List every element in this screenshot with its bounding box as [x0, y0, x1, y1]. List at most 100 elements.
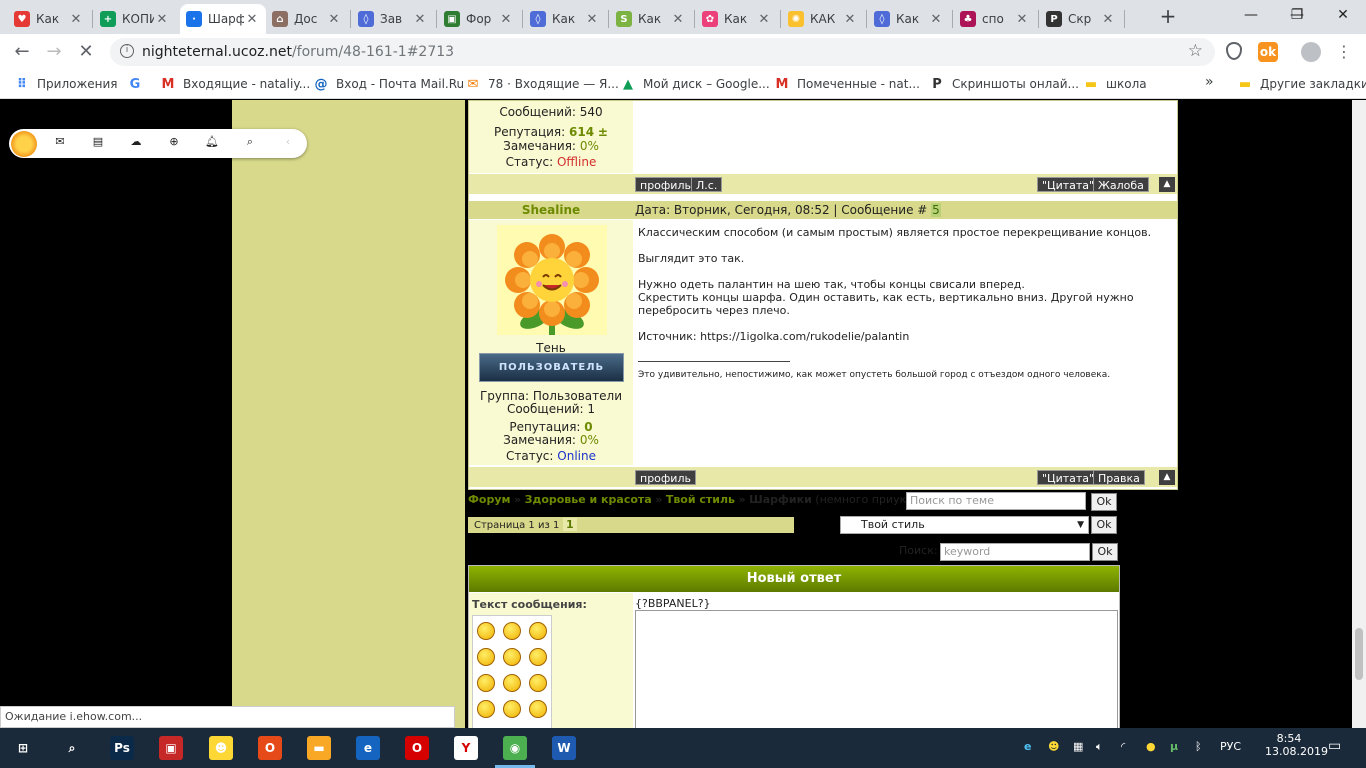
site-info-icon[interactable]: i [120, 44, 134, 58]
notifications-icon[interactable]: ▭ [1328, 738, 1341, 754]
edge-tray-icon[interactable]: e [1024, 740, 1031, 753]
tab-3[interactable]: ⌂ Дос ✕ [266, 4, 348, 34]
notes-icon[interactable]: ▤ [90, 135, 106, 151]
tab-7[interactable]: S Как ✕ [610, 4, 692, 34]
bookmark-4[interactable]: ✉ 78 · Входящие — Я... [465, 76, 619, 92]
crumb-forum[interactable]: Форум [468, 493, 511, 506]
page-scrollbar[interactable] [1352, 100, 1366, 728]
edit-button[interactable]: Правка [1093, 470, 1145, 485]
post-number-link[interactable]: 5 [931, 203, 941, 217]
add-icon[interactable]: ⊕ [166, 135, 182, 151]
cyberghost-icon[interactable]: ☻ [209, 736, 233, 760]
bookmark-0[interactable]: ⠿ Приложения [14, 76, 118, 92]
chat-icon[interactable]: ☁ [128, 135, 144, 151]
collapse-arrow-icon[interactable]: ‹ [280, 135, 296, 151]
other-bookmarks-folder[interactable]: ▬ Другие закладки [1237, 76, 1366, 92]
bell-icon[interactable]: 🔔︎ [204, 135, 220, 151]
tab-close-icon[interactable]: ✕ [928, 12, 944, 27]
yandex-icon[interactable]: Y [454, 736, 478, 760]
surprised-smile-icon[interactable] [529, 674, 547, 692]
bookmark-8[interactable]: ▬ школа [1083, 76, 1147, 92]
tab-9[interactable]: ✺ КАК ✕ [782, 4, 864, 34]
chrome-icon[interactable]: ◉ [503, 736, 527, 760]
tab-close-icon[interactable]: ✕ [842, 12, 858, 27]
photoshop-icon[interactable]: Ps [110, 736, 134, 760]
network-icon[interactable]: ◜ [1121, 740, 1125, 753]
tab-4[interactable]: ◊ Зав ✕ [352, 4, 434, 34]
tab-close-icon[interactable]: ✕ [326, 12, 342, 27]
bookmark-6[interactable]: M Помеченные - nat... [774, 76, 920, 92]
volume-icon[interactable]: 🔈︎ [1096, 740, 1103, 754]
profile-avatar-icon[interactable] [1301, 42, 1321, 62]
bookmark-5[interactable]: ▲ Мой диск – Google... [620, 76, 770, 92]
more-bookmarks-button[interactable]: » [1205, 74, 1214, 90]
edge-icon[interactable]: e [356, 736, 380, 760]
tab-close-icon[interactable]: ✕ [1014, 12, 1030, 27]
bluetooth-icon[interactable]: ᛒ [1195, 740, 1202, 753]
sad-smile-icon[interactable] [477, 674, 495, 692]
tab-12[interactable]: P Скр ✕ [1040, 4, 1122, 34]
cool-smile-icon[interactable] [529, 622, 547, 640]
odnoklassniki-icon[interactable]: ok [1258, 42, 1278, 62]
clock[interactable]: 8:54 13.08.2019 [1265, 732, 1328, 758]
start-icon[interactable]: ⊞ [11, 736, 35, 760]
office-icon[interactable]: O [258, 736, 282, 760]
scroll-top-icon[interactable]: ▲ [1159, 470, 1175, 485]
tab-close-icon[interactable]: ✕ [412, 12, 428, 27]
tab-close-icon[interactable]: ✕ [244, 12, 260, 27]
forum-jump-select[interactable]: Твой стиль ▼ [840, 516, 1089, 534]
menu-kebab-icon[interactable]: ⋮ [1332, 40, 1356, 64]
ucoz-logo-icon[interactable] [11, 131, 37, 157]
bookmark-7[interactable]: P Скриншоты онлай... [929, 76, 1079, 92]
tab-11[interactable]: ♣ спо ✕ [954, 4, 1036, 34]
close-window-button[interactable]: ✕ [1320, 0, 1366, 30]
crumb-health[interactable]: Здоровье и красота [525, 493, 652, 506]
quote-button[interactable]: "Цитата" [1037, 470, 1100, 485]
minimize-button[interactable]: — [1228, 0, 1274, 30]
tab-close-icon[interactable]: ✕ [584, 12, 600, 27]
tab-close-icon[interactable]: ✕ [756, 12, 772, 27]
tab-5[interactable]: ▣ Фор ✕ [438, 4, 520, 34]
blink-smile-icon[interactable] [477, 648, 495, 666]
biggrin-smile-icon[interactable] [503, 622, 521, 640]
forum-jump-ok-button[interactable]: Ok [1091, 516, 1117, 534]
tray-app-icon[interactable]: ● [1146, 740, 1156, 753]
tab-8[interactable]: ✿ Как ✕ [696, 4, 778, 34]
bookmark-2[interactable]: M Входящие - nataliy... [160, 76, 311, 92]
bookmark-1[interactable]: G [127, 76, 150, 92]
search-icon[interactable]: ⌕ [242, 135, 258, 151]
tab-close-icon[interactable]: ✕ [68, 12, 84, 27]
forum-search-ok-button[interactable]: Ok [1092, 543, 1118, 561]
profile-button[interactable]: профиль [635, 470, 696, 485]
tab-close-icon[interactable]: ✕ [154, 12, 170, 27]
back-button[interactable]: ← [10, 40, 34, 64]
wacko-smile-icon[interactable] [529, 700, 547, 718]
tab-1[interactable]: + КОПИ ✕ [94, 4, 176, 34]
tab-close-icon[interactable]: ✕ [1100, 12, 1116, 27]
utorrent-icon[interactable]: µ [1170, 740, 1178, 753]
address-bar[interactable]: i nighteternal.ucoz.net/forum/48-161-1#2… [110, 38, 1215, 66]
bookmark-3[interactable]: @ Вход - Почта Mail.Ru [313, 76, 465, 92]
forum-search-input[interactable]: keyword [940, 543, 1090, 561]
bookmark-star-icon[interactable]: ☆ [1188, 41, 1203, 61]
tab-close-icon[interactable]: ✕ [498, 12, 514, 27]
new-tab-button[interactable]: + [1156, 6, 1180, 28]
private-message-button[interactable]: Л.с. [691, 177, 723, 192]
opera-icon[interactable]: O [405, 736, 429, 760]
angry-smile-icon[interactable] [477, 622, 495, 640]
tongue-smile-icon[interactable] [477, 700, 495, 718]
happy-smile-icon[interactable] [529, 648, 547, 666]
tab-6[interactable]: ◊ Как ✕ [524, 4, 606, 34]
restore-button[interactable]: ❐ [1274, 0, 1320, 30]
scroll-top-icon[interactable]: ▲ [1159, 177, 1175, 192]
shield-extension-icon[interactable] [1226, 42, 1242, 60]
unsure-smile-icon[interactable] [503, 700, 521, 718]
tab-2[interactable]: · Шарф ✕ [180, 4, 266, 34]
topic-search-input[interactable]: Поиск по теме [906, 492, 1086, 510]
prev-rep-change-button[interactable]: ± [598, 125, 608, 139]
explorer-icon[interactable]: ▬ [307, 736, 331, 760]
report-button[interactable]: Жалоба [1093, 177, 1149, 192]
tab-0[interactable]: ♥ Как ✕ [8, 4, 90, 34]
crumb-style[interactable]: Твой стиль [666, 493, 735, 506]
stop-loading-button[interactable]: ✕ [74, 40, 98, 64]
